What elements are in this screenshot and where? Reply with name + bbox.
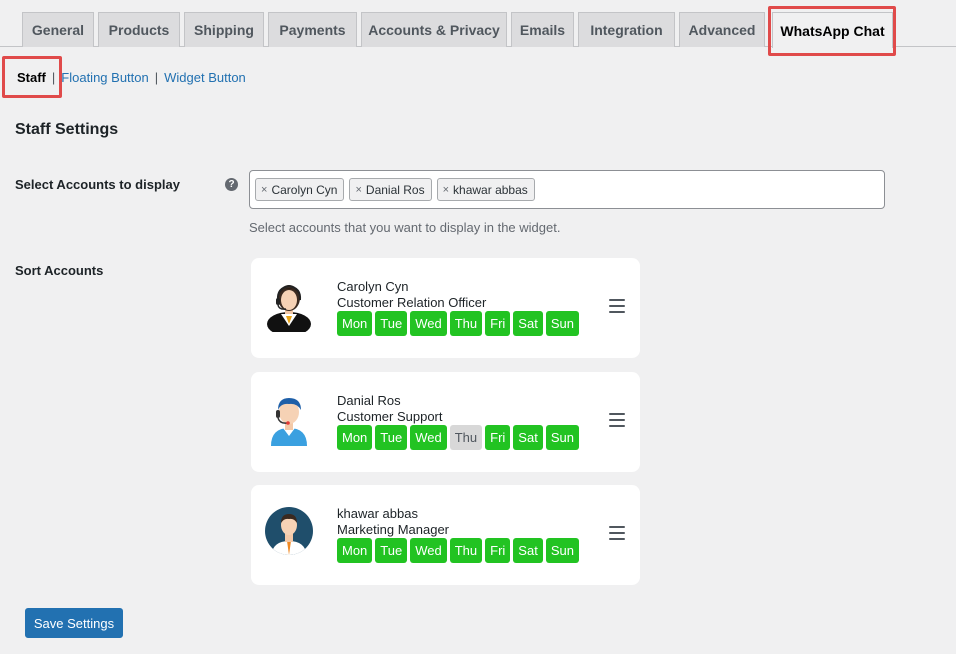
tab-general[interactable]: General	[22, 12, 94, 47]
day-badge: Sat	[513, 311, 543, 336]
day-badge: Sat	[513, 425, 543, 450]
selected-account-chip: × Carolyn Cyn	[255, 178, 345, 201]
day-badge: Fri	[485, 311, 511, 336]
day-badge: Sun	[545, 311, 579, 336]
chip-label: Carolyn Cyn	[271, 182, 338, 197]
day-badge: Sun	[545, 425, 579, 450]
selected-account-chip: × Danial Ros	[349, 178, 432, 201]
subnav-widget-button[interactable]: Widget Button	[164, 70, 246, 85]
settings-tabs: General Products Shipping Payments Accou…	[0, 0, 956, 48]
save-settings-button[interactable]: Save Settings	[25, 608, 123, 638]
day-badge: Mon	[337, 311, 373, 336]
availability-days: Mon Tue Wed Thu Fri Sat Sun	[337, 311, 579, 336]
chip-label: Danial Ros	[365, 182, 425, 197]
sort-accounts-label: Sort Accounts	[15, 263, 104, 278]
tab-shipping[interactable]: Shipping	[184, 12, 264, 47]
staff-role: Customer Support	[337, 409, 443, 424]
accounts-field-label: Select Accounts to display	[15, 177, 180, 192]
day-badge: Tue	[375, 538, 408, 563]
sub-navigation: Staff | Floating Button | Widget Button	[17, 70, 246, 85]
availability-days: Mon Tue Wed Thu Fri Sat Sun	[337, 425, 579, 450]
day-badge: Tue	[375, 425, 408, 450]
day-badge: Sat	[513, 538, 543, 563]
staff-name: Danial Ros	[337, 393, 401, 408]
day-badge: Fri	[485, 425, 511, 450]
staff-role: Customer Relation Officer	[337, 295, 487, 310]
remove-chip-icon[interactable]: ×	[355, 184, 361, 196]
staff-card[interactable]: khawar abbas Marketing Manager Mon Tue W…	[251, 485, 640, 585]
staff-card[interactable]: Danial Ros Customer Support Mon Tue Wed …	[251, 372, 640, 472]
staff-avatar-icon	[261, 276, 317, 336]
drag-handle-icon[interactable]	[609, 413, 625, 427]
availability-days: Mon Tue Wed Thu Fri Sat Sun	[337, 538, 579, 563]
tab-whatsapp-chat[interactable]: WhatsApp Chat	[772, 12, 893, 48]
staff-avatar-icon	[261, 390, 317, 446]
day-badge: Wed	[410, 538, 447, 563]
staff-avatar-icon	[261, 503, 317, 559]
tab-products[interactable]: Products	[98, 12, 180, 47]
day-badge: Mon	[337, 538, 373, 563]
drag-handle-icon[interactable]	[609, 299, 625, 313]
subnav-separator: |	[51, 70, 56, 85]
help-icon[interactable]: ?	[225, 178, 238, 191]
day-badge: Thu	[449, 311, 483, 336]
staff-role: Marketing Manager	[337, 522, 449, 537]
tab-integration[interactable]: Integration	[578, 12, 675, 47]
day-badge: Fri	[485, 538, 511, 563]
day-badge: Wed	[410, 425, 447, 450]
staff-name: Carolyn Cyn	[337, 279, 409, 294]
chip-label: khawar abbas	[453, 182, 528, 197]
accounts-multiselect[interactable]: × Carolyn Cyn × Danial Ros × khawar abba…	[249, 170, 885, 209]
day-badge: Wed	[410, 311, 447, 336]
tab-accounts-privacy[interactable]: Accounts & Privacy	[361, 12, 507, 47]
subnav-floating-button[interactable]: Floating Button	[61, 70, 148, 85]
tab-emails[interactable]: Emails	[511, 12, 574, 47]
drag-handle-icon[interactable]	[609, 526, 625, 540]
subnav-separator: |	[154, 70, 159, 85]
accounts-field-description: Select accounts that you want to display…	[249, 220, 561, 235]
tab-advanced[interactable]: Advanced	[679, 12, 765, 47]
remove-chip-icon[interactable]: ×	[261, 184, 267, 196]
staff-name: khawar abbas	[337, 506, 418, 521]
day-badge: Tue	[375, 311, 408, 336]
day-badge: Mon	[337, 425, 373, 450]
selected-account-chip: × khawar abbas	[436, 178, 535, 201]
day-badge: Thu	[449, 538, 483, 563]
subnav-staff[interactable]: Staff	[17, 70, 46, 85]
day-badge: Sun	[545, 538, 579, 563]
section-title: Staff Settings	[15, 121, 119, 138]
tab-payments[interactable]: Payments	[268, 12, 357, 47]
day-badge: Thu	[449, 425, 483, 450]
remove-chip-icon[interactable]: ×	[443, 184, 449, 196]
staff-card[interactable]: Carolyn Cyn Customer Relation Officer Mo…	[251, 258, 640, 358]
